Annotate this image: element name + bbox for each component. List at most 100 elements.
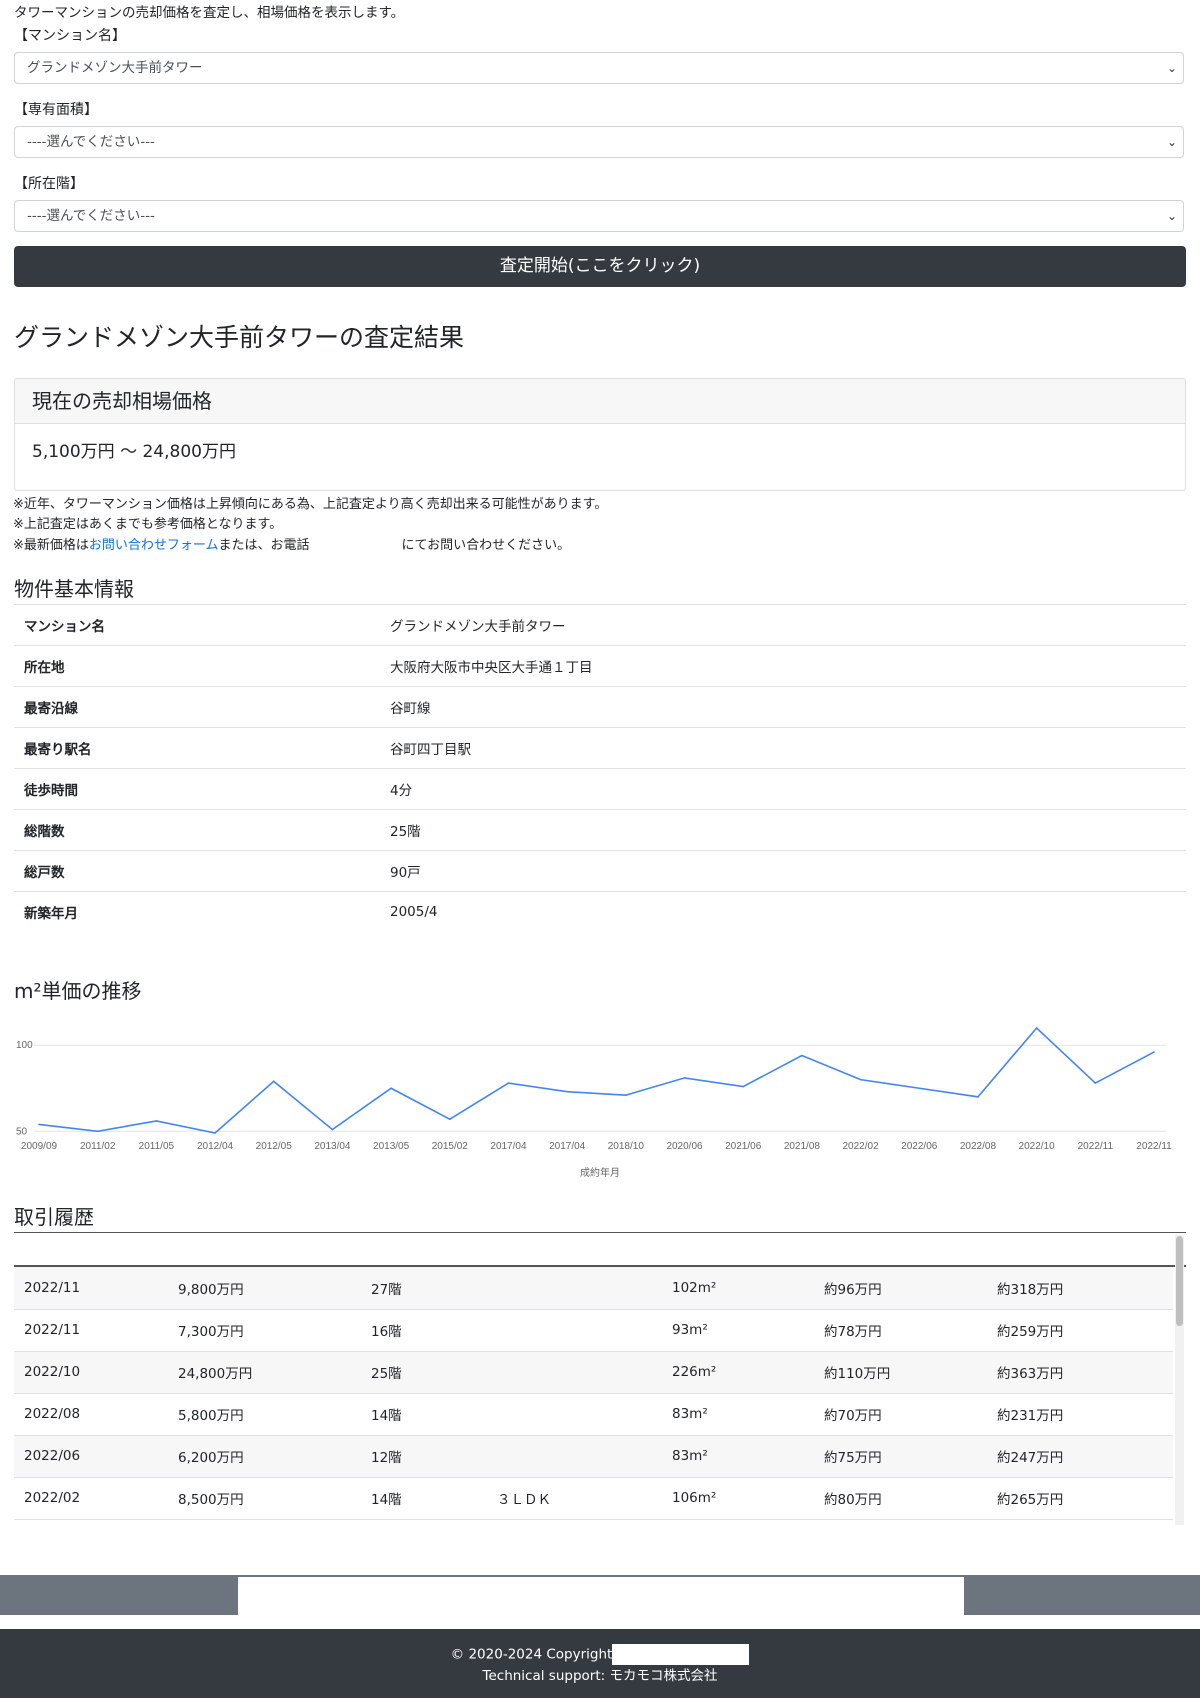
transaction-cell: 2022/10 [14, 1351, 168, 1394]
transaction-cell: 約110万円 [814, 1351, 987, 1394]
transaction-history-panel[interactable]: 2022/11 9,800万円 27階 102m² 約96万円 約318万円 2022/11… [14, 1232, 1186, 1535]
note-contact-suffix: にてお問い合わせください。 [401, 538, 571, 553]
transaction-row: 2022/02 8,500万円 14階 ３ＬＤＫ 106m² 約80万円 約265万円 [14, 1477, 1173, 1520]
transaction-cell: 83m² [662, 1393, 814, 1436]
transaction-cell: 約363万円 [987, 1351, 1173, 1394]
area-label: 【専有面積】 [14, 102, 98, 118]
info-row: 総戸数 90戸 [14, 850, 1186, 892]
x-tick-label: 2022/02 [843, 1141, 880, 1152]
transaction-cell [487, 1435, 662, 1478]
transaction-history-title: 取引履歴 [14, 1205, 94, 1229]
x-tick-label: 2022/11 [1078, 1141, 1114, 1152]
x-tick-label: 2022/10 [1019, 1141, 1056, 1152]
transaction-cell: 約96万円 [814, 1267, 987, 1310]
transaction-cell: 25階 [361, 1351, 487, 1394]
transaction-cell: 106m² [662, 1477, 814, 1520]
note-contact-prefix: ※最新価格は [13, 538, 89, 553]
transaction-cell: 2022/11 [14, 1309, 168, 1352]
x-tick-label: 2021/08 [784, 1141, 821, 1152]
floor-label: 【所在階】 [14, 176, 84, 192]
info-value: 谷町四丁目駅 [380, 727, 1186, 769]
data-point [1094, 1082, 1097, 1084]
x-tick-label: 2018/10 [608, 1141, 645, 1152]
data-point [566, 1090, 568, 1093]
data-point [683, 1077, 686, 1079]
mansion-name-select[interactable]: グランドメゾン大手前タワー ⌄ [14, 52, 1184, 84]
transaction-cell: 14階 [361, 1393, 487, 1436]
info-row: 総階数 25階 [14, 809, 1186, 851]
data-point [507, 1082, 510, 1084]
x-tick-label: 2012/05 [256, 1141, 293, 1152]
chevron-down-icon: ⌄ [1166, 135, 1177, 149]
transaction-row: 2022/10 24,800万円 25階 226m² 約110万円 約363万円 [14, 1351, 1173, 1394]
start-appraisal-button[interactable]: 査定開始(ここをクリック) [14, 246, 1186, 287]
property-info-table: マンション名 グランドメゾン大手前タワー 所在地 大阪府大阪市中央区大手通１丁目 最寄沿… [14, 604, 1186, 933]
data-point [918, 1087, 921, 1090]
info-value: 90戸 [380, 850, 1186, 892]
transaction-cell: 24,800万円 [168, 1351, 361, 1394]
area-select-value: ----選んでください--- [27, 134, 155, 150]
market-price-range: 5,100万円 〜 24,800万円 [32, 442, 236, 462]
x-tick-label: 2022/08 [960, 1141, 997, 1152]
transaction-cell: 12階 [361, 1435, 487, 1478]
property-info-title: 物件基本情報 [14, 577, 134, 601]
transaction-cell: 2022/08 [14, 1393, 168, 1436]
data-point [96, 1130, 99, 1133]
unit-price-chart: 50 100 2009/09 2011/02 2011/05 2012/04 2012/05… [16, 1026, 1172, 1179]
info-value: 4分 [380, 768, 1186, 810]
chevron-down-icon: ⌄ [1166, 209, 1177, 223]
x-tick-label: 2013/04 [314, 1141, 351, 1152]
info-key: 最寄沿線 [14, 686, 380, 728]
info-value: 大阪府大阪市中央区大手通１丁目 [380, 645, 1186, 687]
info-key: マンション名 [14, 604, 380, 646]
info-key: 徒歩時間 [14, 768, 380, 810]
transaction-cell: 約247万円 [987, 1435, 1173, 1478]
data-point [1153, 1051, 1155, 1053]
scrollbar-thumb[interactable] [1176, 1236, 1183, 1326]
transaction-cell: 14階 [361, 1477, 487, 1520]
transaction-history-table: 2022/11 9,800万円 27階 102m² 約96万円 約318万円 2022/11… [14, 1267, 1173, 1520]
transaction-row: 2022/06 6,200万円 12階 83m² 約75万円 約247万円 [14, 1435, 1173, 1478]
transaction-cell: 7,300万円 [168, 1309, 361, 1352]
market-price-card-title: 現在の売却相場価格 [15, 379, 1185, 424]
x-tick-label: 2017/04 [490, 1141, 527, 1152]
footer: © 2020-2024 Copyright Technical support:… [0, 1629, 1200, 1698]
info-key: 最寄り駅名 [14, 727, 380, 769]
transaction-cell: 2022/11 [14, 1267, 168, 1310]
x-tick-label: 2021/06 [725, 1141, 762, 1152]
transaction-cell [487, 1393, 662, 1436]
mansion-name-label: 【マンション名】 [14, 28, 126, 44]
transaction-cell: 約70万円 [814, 1393, 987, 1436]
x-tick-label: 2022/06 [901, 1141, 938, 1152]
data-point [390, 1087, 392, 1090]
info-row: 徒歩時間 4分 [14, 768, 1186, 810]
transaction-cell: 9,800万円 [168, 1267, 361, 1310]
transaction-cell: 8,500万円 [168, 1477, 361, 1520]
chevron-down-icon: ⌄ [1166, 61, 1177, 75]
y-tick-label: 100 [16, 1040, 33, 1051]
x-tick-label: 2022/11 [1136, 1141, 1172, 1152]
series-line [38, 1026, 1155, 1134]
info-key: 新築年月 [14, 891, 380, 933]
contact-form-link[interactable]: お問い合わせフォーム [89, 538, 219, 553]
x-axis-label: 成約年月 [580, 1166, 620, 1179]
data-point [331, 1128, 334, 1131]
unit-price-chart-title: m²単価の推移 [14, 979, 142, 1003]
transaction-cell [487, 1309, 662, 1352]
floor-select[interactable]: ----選んでください--- ⌄ [14, 200, 1184, 232]
info-key: 総階数 [14, 809, 380, 851]
info-key: 総戸数 [14, 850, 380, 892]
transaction-cell: 2022/06 [14, 1435, 168, 1478]
footer-copyright-line: © 2020-2024 Copyright [0, 1644, 1200, 1665]
info-value: 2005/4 [380, 891, 1186, 933]
area-select[interactable]: ----選んでください--- ⌄ [14, 126, 1184, 158]
redacted-phone [309, 538, 402, 553]
data-point [859, 1078, 862, 1081]
info-value: 25階 [380, 809, 1186, 851]
footer-copyright: © 2020-2024 Copyright [450, 1646, 613, 1663]
transaction-cell: 16階 [361, 1309, 487, 1352]
info-row: 最寄沿線 谷町線 [14, 686, 1186, 728]
data-point [625, 1094, 627, 1096]
info-value: 谷町線 [380, 686, 1186, 728]
note-reference: ※上記査定はあくまでも参考価格となります。 [13, 517, 283, 532]
